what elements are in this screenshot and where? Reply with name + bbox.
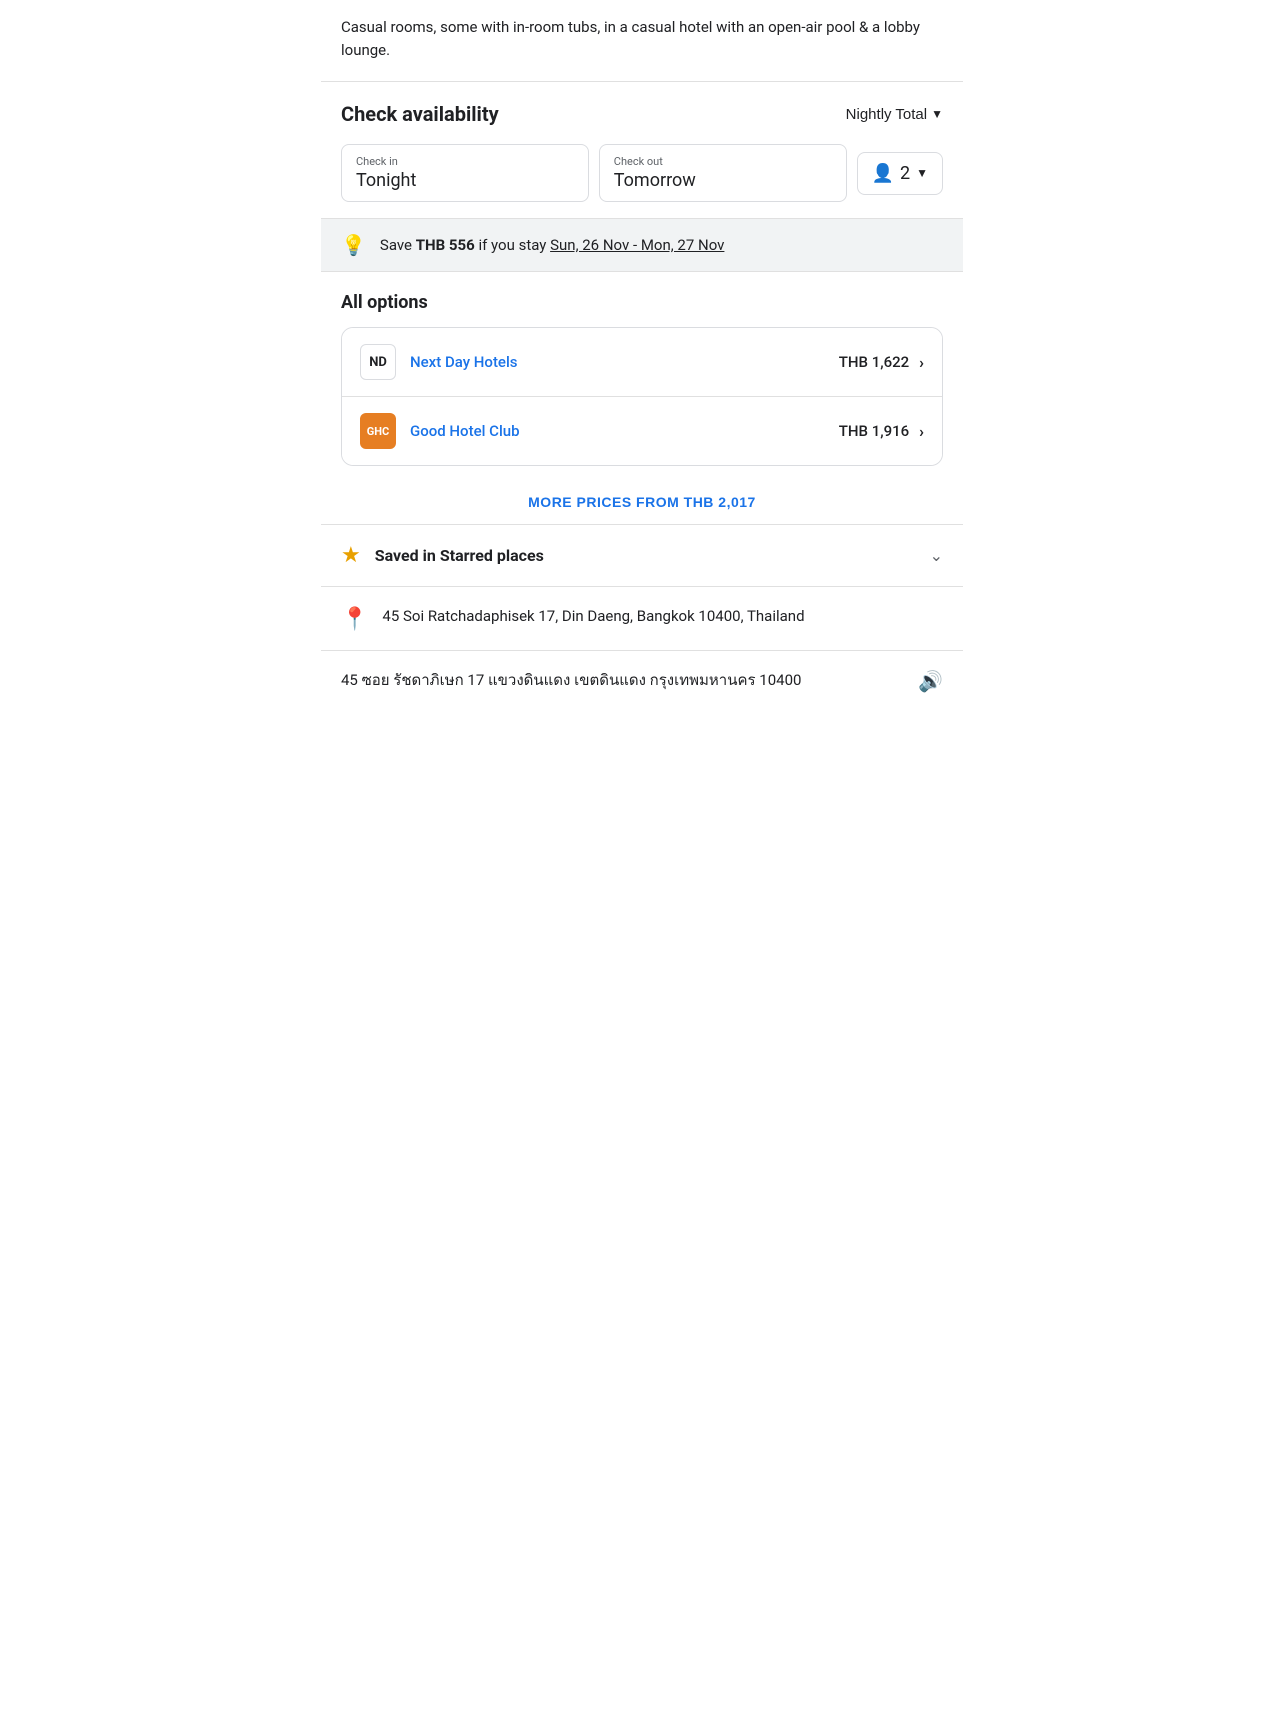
nightly-total-label: Nightly Total [846, 106, 927, 123]
description-text: Casual rooms, some with in-room tubs, in… [341, 16, 943, 61]
savings-banner: 💡 Save THB 556 if you stay Sun, 26 Nov -… [321, 219, 963, 272]
description-section: Casual rooms, some with in-room tubs, in… [321, 0, 963, 82]
nightly-total-chevron-icon: ▼ [931, 107, 943, 121]
good-hotel-club-name: Good Hotel Club [410, 422, 839, 440]
savings-text: Save THB 556 if you stay Sun, 26 Nov - M… [380, 235, 725, 256]
all-options-title: All options [341, 292, 943, 313]
good-hotel-club-chevron-icon: › [919, 422, 924, 441]
address-thai-section: 45 ซอย รัชดาภิเษก 17 แขวงดินแดง เขตดินแด… [321, 651, 963, 711]
starred-section[interactable]: ★ Saved in Starred places ⌄ [321, 525, 963, 587]
next-day-chevron-icon: › [919, 353, 924, 372]
guests-count: 2 [900, 163, 910, 184]
check-out-label: Check out [614, 155, 832, 168]
address-english-text: 45 Soi Ratchadaphisek 17, Din Daeng, Ban… [382, 605, 804, 628]
star-icon: ★ [341, 543, 361, 568]
speaker-icon[interactable]: 🔊 [918, 669, 943, 693]
guests-field[interactable]: 👤 2 ▼ [857, 152, 943, 195]
more-prices-button[interactable]: MORE PRICES FROM THB 2,017 [341, 480, 943, 524]
option-row-next-day[interactable]: ND Next Day Hotels THB 1,622 › [342, 328, 942, 397]
next-day-hotels-name: Next Day Hotels [410, 353, 839, 371]
all-options-section: All options ND Next Day Hotels THB 1,622… [321, 272, 963, 524]
check-in-field[interactable]: Check in Tonight [341, 144, 589, 202]
address-english-section: 📍 45 Soi Ratchadaphisek 17, Din Daeng, B… [321, 587, 963, 651]
savings-amount: THB 556 [416, 236, 475, 254]
check-availability-title: Check availability [341, 102, 499, 126]
guests-chevron-icon: ▼ [916, 166, 928, 180]
date-row: Check in Tonight Check out Tomorrow 👤 2 … [341, 144, 943, 202]
good-hotel-club-price: THB 1,916 [839, 422, 909, 440]
starred-label: Saved in Starred places [375, 546, 930, 565]
next-day-logo: ND [360, 344, 396, 380]
location-pin-icon: 📍 [341, 607, 368, 632]
option-row-good-hotel-club[interactable]: GHC Good Hotel Club THB 1,916 › [342, 397, 942, 465]
check-availability-header: Check availability Nightly Total ▼ [341, 102, 943, 126]
check-availability-section: Check availability Nightly Total ▼ Check… [321, 82, 963, 219]
check-out-value: Tomorrow [614, 170, 832, 191]
nightly-total-button[interactable]: Nightly Total ▼ [846, 106, 943, 123]
good-hotel-club-logo: GHC [360, 413, 396, 449]
address-thai-text: 45 ซอย รัชดาภิเษก 17 แขวงดินแดง เขตดินแด… [341, 669, 904, 692]
person-icon: 👤 [872, 163, 894, 184]
check-in-label: Check in [356, 155, 574, 168]
savings-date-range[interactable]: Sun, 26 Nov - Mon, 27 Nov [550, 236, 724, 254]
starred-chevron-icon: ⌄ [930, 546, 943, 565]
options-card: ND Next Day Hotels THB 1,622 › GHC Good … [341, 327, 943, 466]
lightbulb-icon: 💡 [341, 233, 366, 257]
check-in-value: Tonight [356, 170, 574, 191]
next-day-hotels-price: THB 1,622 [839, 353, 909, 371]
check-out-field[interactable]: Check out Tomorrow [599, 144, 847, 202]
